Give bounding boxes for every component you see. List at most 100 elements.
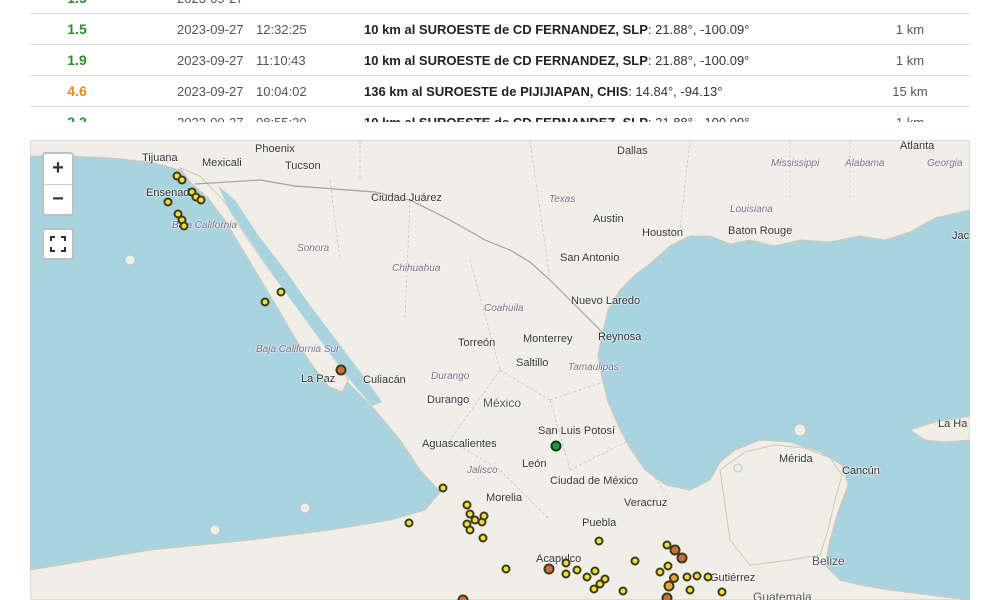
quake-marker[interactable] [590, 566, 600, 576]
quake-marker[interactable] [478, 533, 488, 543]
quake-marker[interactable] [594, 536, 604, 546]
quake-location-name: 136 km al SUROESTE de PIJIJIAPAN, CHIS [364, 84, 629, 99]
quake-location-name: 10 km al SUROESTE de CD FERNANDEZ, SLP [364, 115, 648, 122]
quake-marker[interactable] [196, 195, 206, 205]
quake-marker[interactable] [572, 565, 582, 575]
map-label-city: La Paz [301, 373, 336, 385]
map-label-city: Baton Rouge [728, 225, 793, 237]
map-label-city: Ciudad de México [550, 475, 639, 487]
quake-marker[interactable] [582, 572, 592, 582]
quake-magnitude: 2.2 [67, 114, 87, 122]
map-label-city: Nuevo Laredo [571, 295, 641, 307]
quake-table-row[interactable]: 1.5 2023-09-27 12:32:25 10 km al SUROESTE d… [30, 14, 970, 45]
map-label-city: Saltillo [516, 357, 549, 369]
zoom-in-button[interactable]: + [44, 154, 72, 184]
map-label-city: Houston [642, 227, 683, 239]
quake-table-row[interactable]: 4.6 2023-09-27 10:04:02 136 km al SUROESTE … [30, 76, 970, 107]
quake-marker[interactable] [717, 587, 727, 597]
quake-table-row[interactable]: 1.9 2023-09-27 11:10:43 10 km al SUROESTE d… [30, 45, 970, 76]
quake-marker[interactable] [661, 592, 673, 600]
map-label-state: Baja California Sur [256, 344, 340, 355]
quake-magnitude: 1.9 [67, 52, 87, 68]
fullscreen-button[interactable] [42, 228, 74, 260]
fullscreen-icon [50, 236, 66, 252]
map-label-city: Acapulco [536, 553, 582, 565]
map-label-city: Cancún [842, 465, 880, 477]
quake-coordinates: : 21.88°, -100.09° [647, 53, 750, 68]
quake-marker[interactable] [260, 297, 270, 307]
quake-marker[interactable] [276, 287, 286, 297]
map-label-country: Belize [812, 554, 845, 568]
map-label-city: Culiacán [363, 374, 406, 386]
quake-marker[interactable] [618, 586, 628, 596]
quake-depth: 1 km [860, 107, 960, 122]
quake-marker[interactable] [438, 483, 448, 493]
quake-coordinates: : 14.84°, -94.13° [628, 84, 723, 99]
map-label-city: Jac [952, 230, 970, 242]
map-label-city: Ciudad Juárez [371, 192, 442, 204]
quake-marker[interactable] [457, 594, 469, 600]
quake-marker[interactable] [703, 572, 713, 582]
map-label-city: Atlanta [900, 140, 935, 152]
quake-marker[interactable] [462, 500, 472, 510]
quake-marker[interactable] [550, 440, 562, 452]
map-label-state: Louisiana [730, 204, 773, 215]
quake-depth: 1 km [895, 53, 925, 68]
quake-marker[interactable] [479, 511, 489, 521]
map-label-city: San Antonio [560, 252, 620, 264]
quake-date: 2023-09-27 [177, 53, 244, 68]
quake-location-name: 10 km al SUROESTE de CD FERNANDEZ, SLP [364, 53, 648, 68]
earthquake-map[interactable]: Phoenix Tijuana Mexicali Tucson Dallas Missis… [30, 140, 970, 600]
map-label-state: Durango [431, 371, 470, 382]
map-label-city: Durango [427, 394, 470, 406]
quake-location: 10 km al SUROESTE de CD FERNANDEZ, SLP: … [364, 45, 749, 76]
map-basemap [30, 140, 970, 600]
quake-marker[interactable] [682, 572, 692, 582]
quake-date: 2023-09-27 [177, 84, 244, 99]
quake-date: 2023-09-27 [177, 107, 244, 122]
map-label-city: Tijuana [142, 152, 178, 164]
quake-marker[interactable] [561, 569, 571, 579]
quake-coordinates: : 21.88°, -100.09° [648, 115, 749, 122]
map-label-city: Gutiérrez [710, 572, 756, 584]
map-label-city: Morelia [486, 492, 523, 504]
quake-marker[interactable] [404, 518, 414, 528]
quake-marker[interactable] [663, 561, 673, 571]
quake-marker[interactable] [335, 364, 347, 376]
quake-location: 136 km al SUROESTE de PIJIJIAPAN, CHIS: … [364, 76, 722, 107]
quake-coordinates: : 21.88°, -100.09° [647, 22, 750, 37]
map-label-city: Austin [593, 213, 624, 225]
quake-marker[interactable] [561, 558, 571, 568]
quake-time: 10:04:02 [256, 84, 307, 99]
map-label-country: México [483, 396, 522, 410]
map-label-state: Alabama [845, 158, 885, 169]
quake-marker[interactable] [177, 175, 187, 185]
quake-marker[interactable] [676, 552, 688, 564]
quake-marker[interactable] [600, 574, 610, 584]
quake-marker[interactable] [501, 564, 511, 574]
quake-time: 11:10:43 [256, 53, 306, 68]
quake-date: 2023-09-27 [177, 22, 244, 37]
quake-marker[interactable] [543, 563, 555, 575]
quake-marker[interactable] [685, 585, 695, 595]
quake-depth: 1 km [895, 22, 925, 37]
quake-marker[interactable] [655, 567, 665, 577]
map-label-city: Tucson [285, 160, 321, 172]
quake-time: 12:32:25 [256, 22, 307, 37]
quake-marker[interactable] [589, 584, 599, 594]
quake-marker[interactable] [692, 571, 702, 581]
quake-marker[interactable] [630, 556, 640, 566]
quake-table-row[interactable]: 2.2 2023-09-27 08:55:30 10 km al SUROESTE d… [30, 107, 970, 122]
quake-depth: 15 km [892, 84, 928, 99]
quake-marker[interactable] [465, 525, 475, 535]
quake-location-name: 10 km al SUROESTE de CD FERNANDEZ, SLP [364, 22, 648, 37]
quake-magnitude: 4.6 [67, 83, 87, 99]
zoom-out-button[interactable]: − [44, 184, 72, 214]
quake-marker[interactable] [179, 221, 189, 231]
quake-marker[interactable] [663, 580, 675, 592]
map-label-state: Texas [549, 194, 576, 205]
map-label-city: Dallas [617, 145, 648, 157]
quake-date: 2023-09-27 [177, 0, 244, 14]
quake-table-row[interactable]: 1.5 2023-09-27 [30, 0, 970, 14]
quake-marker[interactable] [163, 197, 173, 207]
